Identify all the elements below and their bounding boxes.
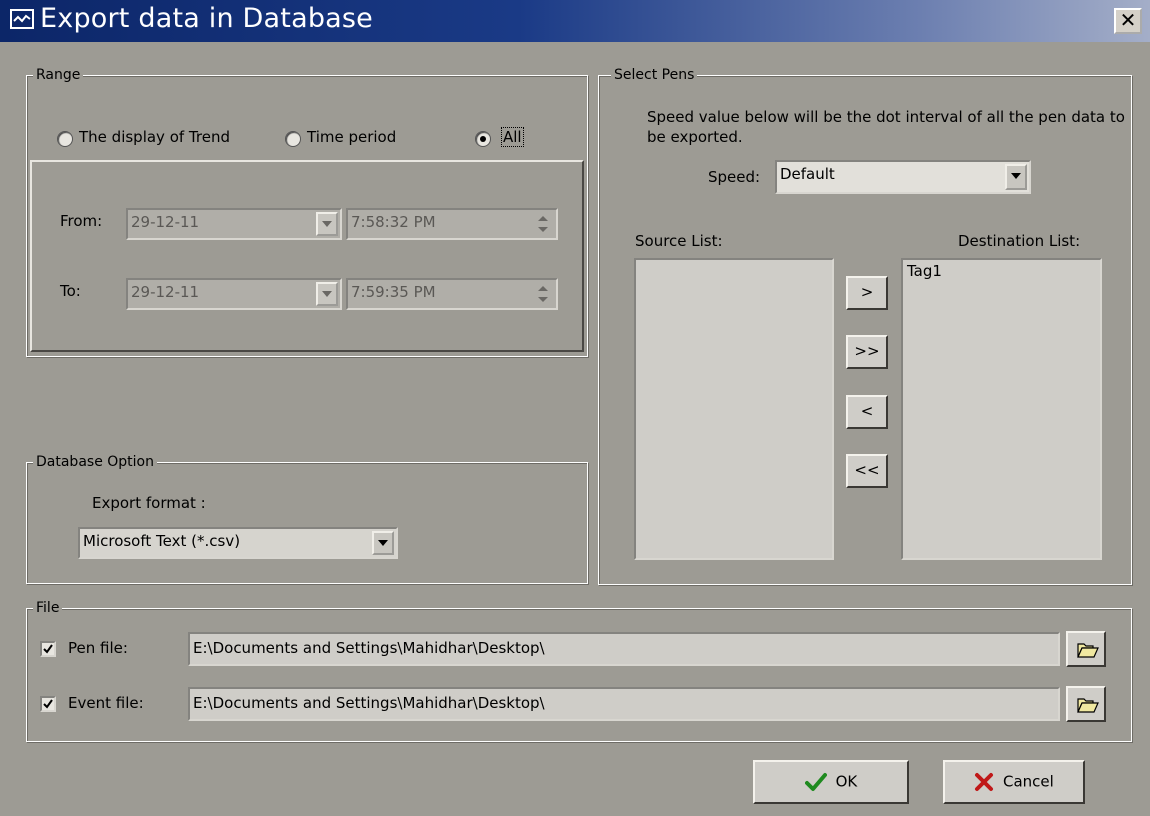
ok-button[interactable]: OK (753, 760, 909, 804)
speed-description: Speed value below will be the dot interv… (647, 108, 1125, 146)
radio-display-of-trend[interactable] (57, 131, 73, 147)
add-all-pens-button[interactable]: >> (846, 335, 888, 369)
checkmark-icon (43, 699, 53, 709)
export-format-select[interactable]: Microsoft Text (*.csv) (78, 527, 398, 559)
export-format-label: Export format : (92, 494, 206, 512)
speed-label: Speed: (708, 168, 761, 186)
speed-value: Default (780, 165, 835, 183)
radio-display-of-trend-label[interactable]: The display of Trend (79, 128, 230, 146)
destination-list-item[interactable]: Tag1 (903, 260, 1100, 282)
radio-time-period[interactable] (285, 131, 301, 147)
event-file-path-input[interactable]: E:\Documents and Settings\Mahidhar\Deskt… (188, 687, 1060, 721)
to-date-combo[interactable]: 29-12-11 (126, 278, 342, 310)
chevron-down-icon[interactable] (316, 212, 338, 236)
range-legend: Range (33, 66, 84, 84)
close-button[interactable]: ✕ (1114, 8, 1142, 34)
speed-select[interactable]: Default (775, 160, 1031, 194)
select-pens-legend: Select Pens (611, 66, 698, 84)
source-list[interactable] (634, 258, 834, 560)
checkmark-icon (43, 644, 53, 654)
spin-arrows-icon[interactable] (532, 282, 554, 306)
add-pen-button[interactable]: > (846, 276, 888, 310)
pen-file-browse-button[interactable] (1066, 631, 1106, 667)
to-date-value: 29-12-11 (131, 283, 200, 301)
folder-open-icon (1077, 643, 1099, 658)
database-option-legend: Database Option (33, 453, 157, 471)
pen-file-path-input[interactable]: E:\Documents and Settings\Mahidhar\Deskt… (188, 632, 1060, 666)
event-file-browse-button[interactable] (1066, 686, 1106, 722)
from-label: From: (60, 212, 103, 230)
close-icon (975, 772, 994, 791)
from-time-spinner[interactable]: 7:58:32 PM (346, 208, 558, 240)
spin-arrows-icon[interactable] (532, 212, 554, 236)
window-title: Export data in Database (40, 3, 373, 34)
chevron-down-icon[interactable] (372, 531, 394, 555)
checkmark-icon (804, 772, 827, 791)
chevron-down-icon[interactable] (316, 282, 338, 306)
folder-open-icon (1077, 698, 1099, 713)
destination-list-label: Destination List: (958, 232, 1081, 250)
export-format-value: Microsoft Text (*.csv) (83, 532, 241, 550)
destination-list[interactable]: Tag1 (901, 258, 1102, 560)
app-icon (10, 9, 34, 29)
date-range-panel (30, 160, 584, 352)
cancel-label: Cancel (1002, 772, 1054, 791)
event-file-checkbox[interactable] (40, 696, 56, 712)
event-file-label: Event file: (68, 694, 144, 712)
from-time-value: 7:58:32 PM (351, 213, 436, 231)
source-list-label: Source List: (635, 232, 723, 250)
to-time-value: 7:59:35 PM (351, 283, 436, 301)
title-bar[interactable]: Export data in Database ✕ (0, 0, 1150, 42)
from-date-value: 29-12-11 (131, 213, 200, 231)
remove-all-pens-button[interactable]: << (846, 454, 888, 488)
to-time-spinner[interactable]: 7:59:35 PM (346, 278, 558, 310)
ok-label: OK (835, 772, 858, 791)
file-group: File (26, 599, 1132, 742)
to-label: To: (60, 282, 81, 300)
database-option-group: Database Option (26, 453, 588, 584)
remove-pen-button[interactable]: < (846, 395, 888, 429)
file-legend: File (33, 599, 63, 617)
radio-time-period-label[interactable]: Time period (307, 128, 396, 146)
pen-file-checkbox[interactable] (40, 641, 56, 657)
cancel-button[interactable]: Cancel (943, 760, 1085, 804)
pen-file-label: Pen file: (68, 639, 128, 657)
from-date-combo[interactable]: 29-12-11 (126, 208, 342, 240)
chevron-down-icon[interactable] (1005, 164, 1027, 190)
radio-all[interactable] (475, 131, 491, 147)
radio-all-label[interactable]: All (501, 127, 524, 147)
